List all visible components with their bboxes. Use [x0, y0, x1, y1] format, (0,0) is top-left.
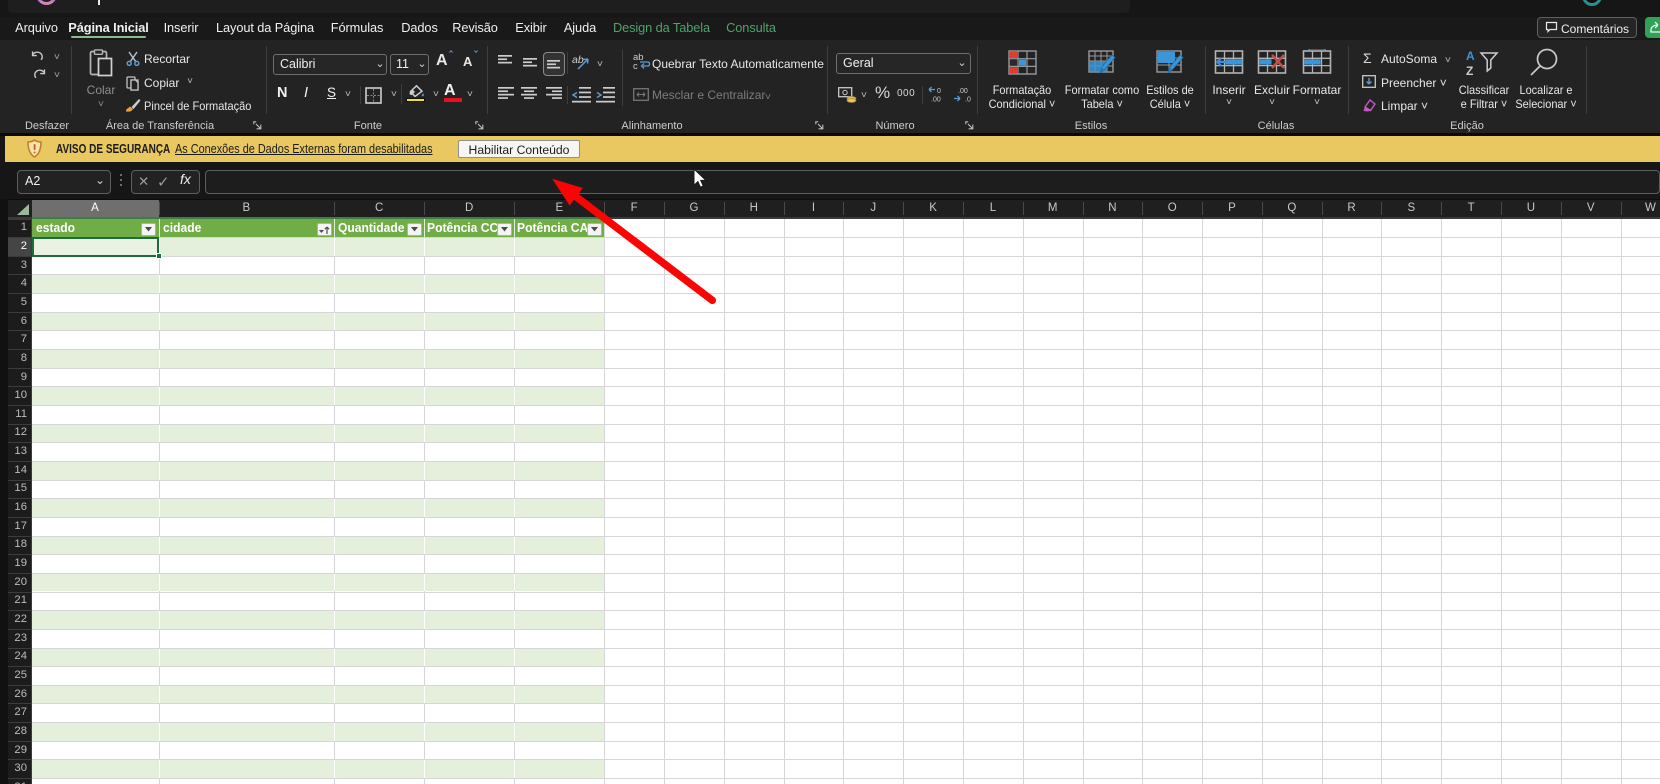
svg-text:Z: Z	[1466, 64, 1473, 77]
svg-text:A: A	[1466, 49, 1475, 63]
